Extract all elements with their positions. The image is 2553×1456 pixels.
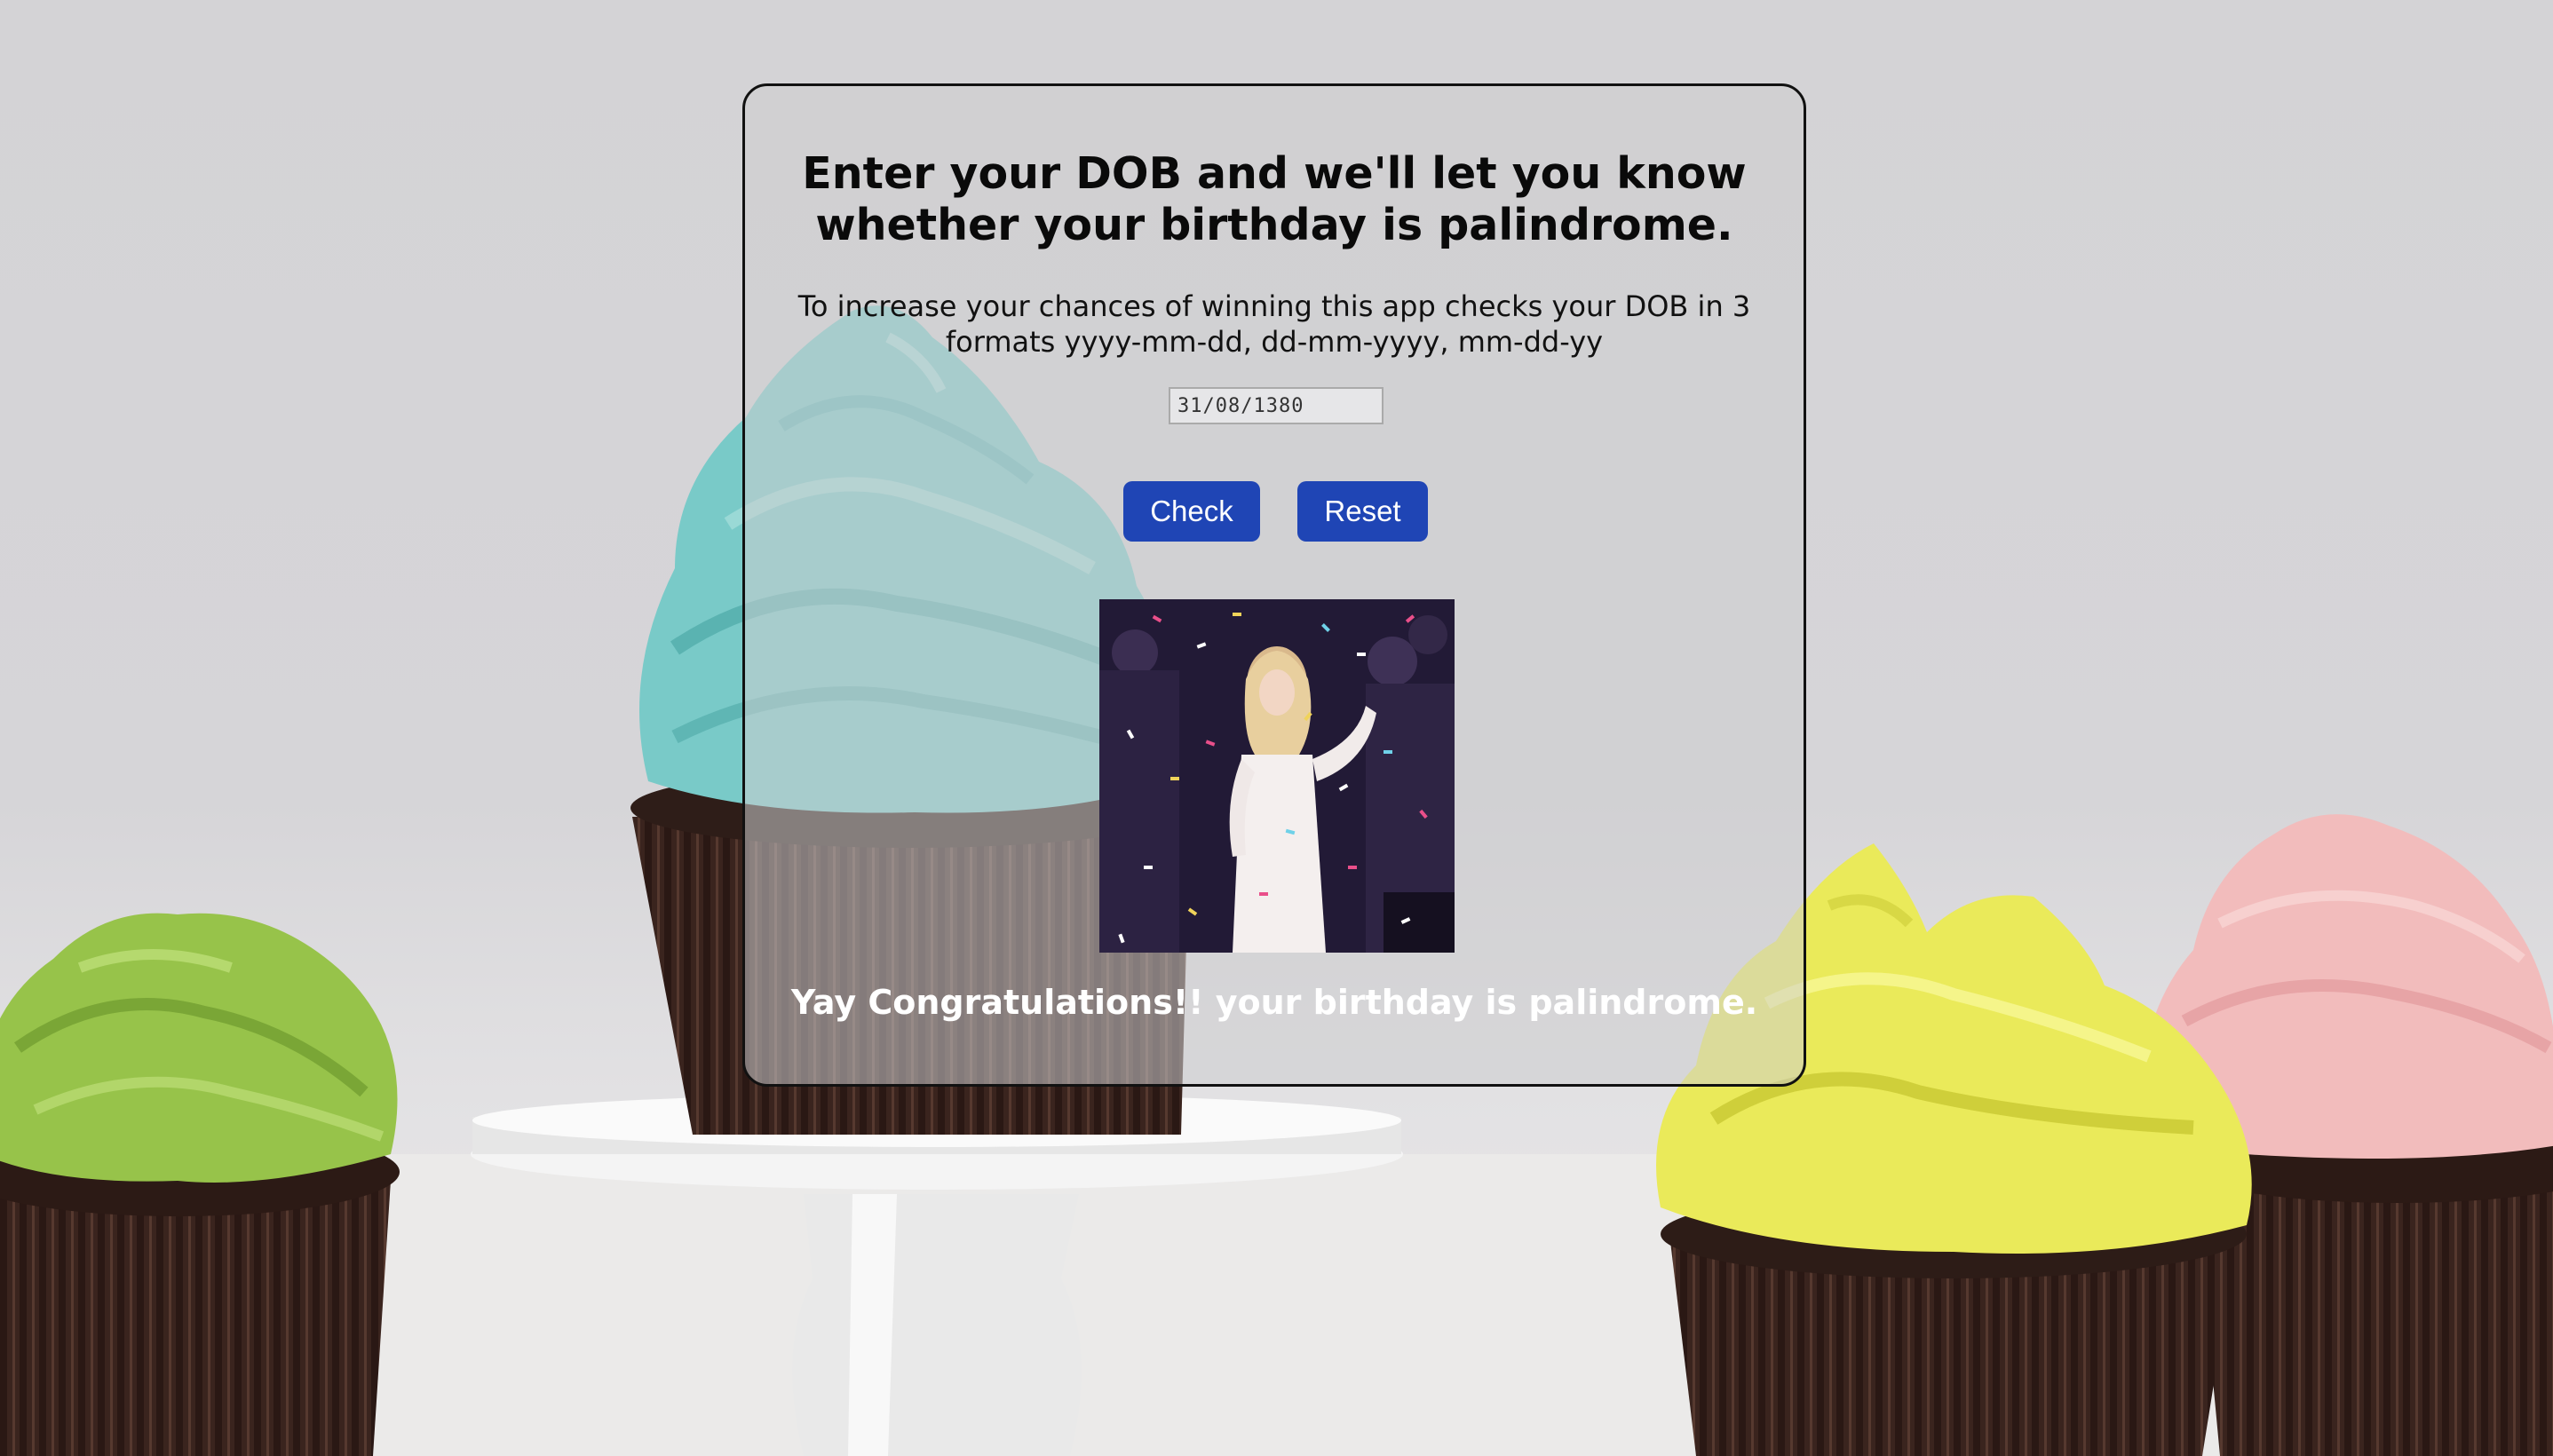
description-text: To increase your chances of winning this… [745, 289, 1804, 360]
palindrome-form-panel: Enter your DOB and we'll let you know wh… [742, 83, 1806, 1087]
page-title: Enter your DOB and we'll let you know wh… [745, 148, 1804, 251]
title-line-1: Enter your DOB and we'll let you know [802, 148, 1747, 199]
description-line-1: To increase your chances of winning this… [797, 289, 1751, 323]
dob-date-input[interactable]: 31/08/1380 [1169, 387, 1384, 424]
check-button[interactable]: Check [1123, 481, 1260, 542]
green-cupcake [0, 913, 400, 1456]
dob-value: 31/08/1380 [1177, 394, 1304, 417]
description-line-2: formats yyyy-mm-dd, dd-mm-yyyy, mm-dd-yy [945, 325, 1604, 359]
result-message: Yay Congratulations!! your birthday is p… [790, 983, 1758, 1022]
reset-button[interactable]: Reset [1297, 481, 1428, 542]
celebration-gif [1099, 599, 1455, 953]
title-line-2: whether your birthday is palindrome. [815, 200, 1733, 250]
